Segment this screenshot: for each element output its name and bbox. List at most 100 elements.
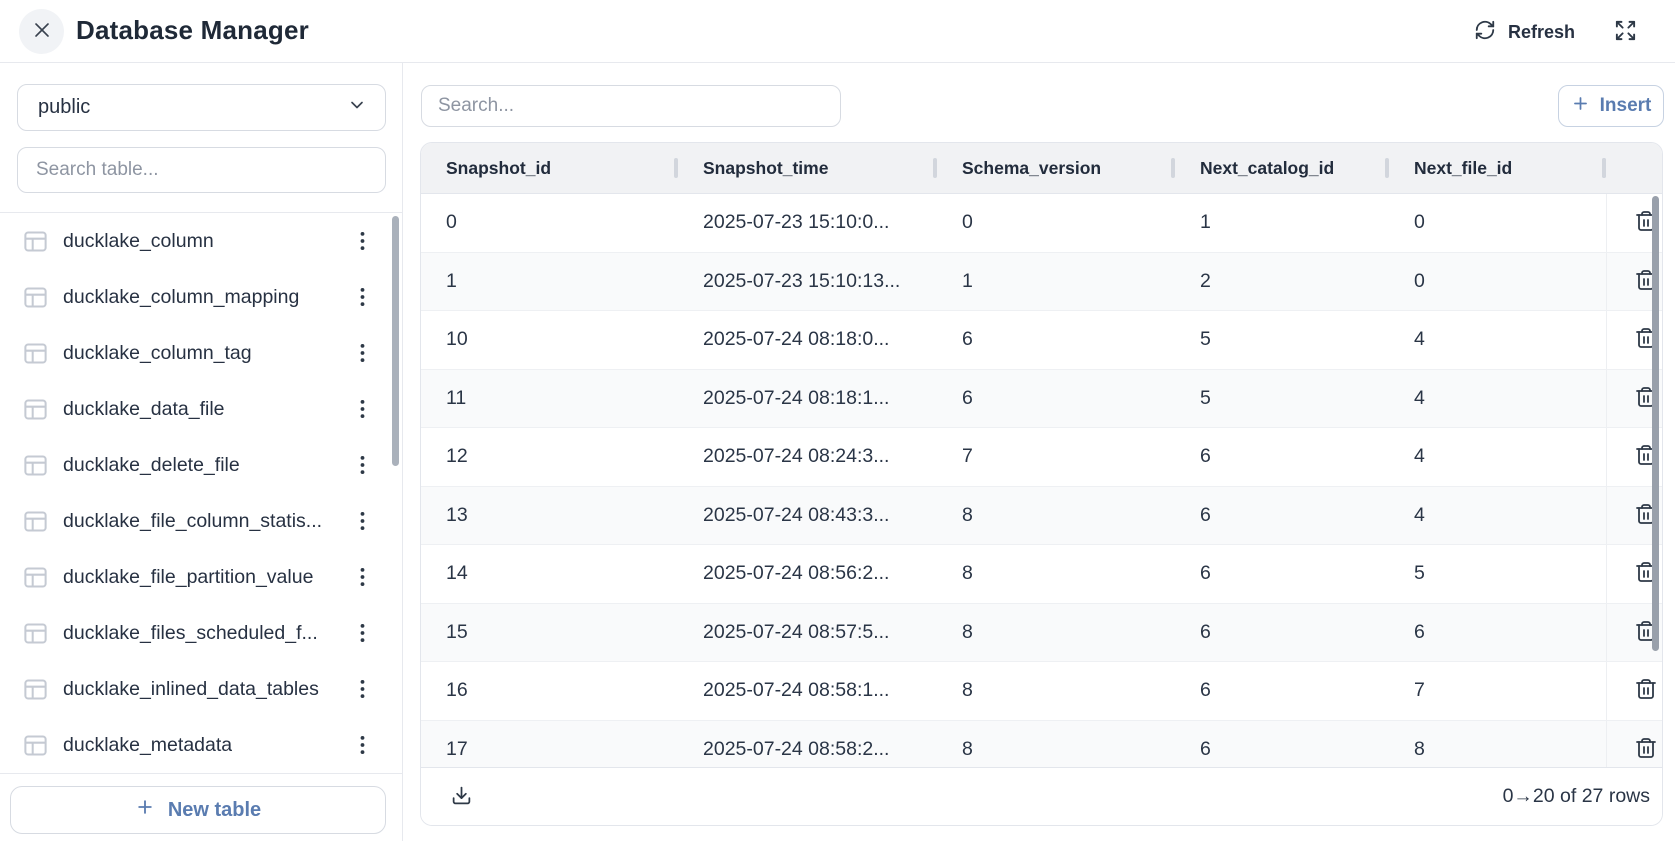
- table-icon: [22, 396, 49, 423]
- sidebar-item-table[interactable]: ducklake_inlined_data_tables: [0, 661, 403, 717]
- cell-schema_version: 1: [937, 253, 1175, 311]
- cell-next_catalog_id: 6: [1175, 545, 1389, 603]
- cell-schema_version: 6: [937, 311, 1175, 369]
- sidebar-item-table[interactable]: ducklake_file_column_statis...: [0, 493, 403, 549]
- cell-next_catalog_id: 2: [1175, 253, 1389, 311]
- download-icon: [451, 785, 472, 809]
- cell-next_file_id: 7: [1389, 662, 1606, 720]
- table-icon: [22, 284, 49, 311]
- kebab-menu-icon[interactable]: [347, 449, 377, 481]
- new-table-label: New table: [168, 799, 261, 822]
- table-icon: [22, 732, 49, 759]
- kebab-menu-icon[interactable]: [347, 617, 377, 649]
- sidebar-item-table[interactable]: ducklake_file_partition_value: [0, 549, 403, 605]
- table-name: ducklake_files_scheduled_f...: [63, 622, 318, 645]
- table-row: 132025-07-24 08:43:3...864: [421, 487, 1662, 546]
- sidebar-bottom-divider: [0, 773, 403, 774]
- fullscreen-button[interactable]: [1606, 13, 1644, 51]
- rows-count-info: 0→20 of 27 rows: [1503, 785, 1650, 808]
- cell-next_file_id: 4: [1389, 370, 1606, 428]
- cell-schema_version: 8: [937, 545, 1175, 603]
- sidebar-item-table[interactable]: ducklake_metadata: [0, 717, 403, 773]
- table-name: ducklake_file_column_statis...: [63, 510, 322, 533]
- refresh-button[interactable]: Refresh: [1470, 14, 1579, 50]
- table-row: 12025-07-23 15:10:13...120: [421, 253, 1662, 312]
- close-button[interactable]: [19, 9, 64, 54]
- database-manager-window: Database Manager Refresh public ducklake…: [0, 0, 1675, 841]
- insert-label: Insert: [1600, 95, 1652, 117]
- table-name: ducklake_file_partition_value: [63, 566, 313, 589]
- close-icon: [30, 18, 54, 45]
- cell-snapshot_id: 11: [421, 370, 678, 428]
- chevron-down-icon: [347, 95, 367, 121]
- cell-snapshot_time: 2025-07-24 08:18:0...: [678, 311, 937, 369]
- table-row: 162025-07-24 08:58:1...867: [421, 662, 1662, 721]
- kebab-menu-icon[interactable]: [347, 673, 377, 705]
- insert-button[interactable]: Insert: [1558, 85, 1664, 127]
- cell-next_file_id: 4: [1389, 487, 1606, 545]
- kebab-menu-icon[interactable]: [347, 505, 377, 537]
- sidebar-item-table[interactable]: ducklake_data_file: [0, 381, 403, 437]
- cell-snapshot_time: 2025-07-24 08:56:2...: [678, 545, 937, 603]
- sidebar-scrollbar[interactable]: [392, 216, 399, 466]
- table-row: 152025-07-24 08:57:5...866: [421, 604, 1662, 663]
- table-name: ducklake_metadata: [63, 734, 232, 757]
- cell-next_file_id: 6: [1389, 604, 1606, 662]
- cell-actions: [1606, 662, 1663, 720]
- delete-row-button[interactable]: [1628, 730, 1664, 769]
- sidebar-item-table[interactable]: ducklake_column: [0, 213, 403, 269]
- cell-next_catalog_id: 6: [1175, 487, 1389, 545]
- kebab-menu-icon[interactable]: [347, 561, 377, 593]
- cell-next_catalog_id: 5: [1175, 370, 1389, 428]
- kebab-menu-icon[interactable]: [347, 281, 377, 313]
- cell-snapshot_id: 13: [421, 487, 678, 545]
- schema-select-value: public: [38, 96, 90, 119]
- search-input[interactable]: [421, 85, 841, 127]
- column-header-actions: [1606, 143, 1663, 193]
- refresh-icon: [1474, 19, 1496, 46]
- cell-schema_version: 7: [937, 428, 1175, 486]
- cell-snapshot_time: 2025-07-23 15:10:13...: [678, 253, 937, 311]
- trash-icon: [1634, 736, 1658, 763]
- table-icon: [22, 340, 49, 367]
- cell-snapshot_time: 2025-07-24 08:43:3...: [678, 487, 937, 545]
- table-row: 142025-07-24 08:56:2...865: [421, 545, 1662, 604]
- sidebar: public ducklake_column ducklake_column_ma…: [0, 63, 403, 841]
- table-list: ducklake_column ducklake_column_mappingdu…: [0, 213, 403, 773]
- cell-schema_version: 0: [937, 194, 1175, 252]
- kebab-menu-icon[interactable]: [347, 225, 377, 257]
- column-header-schema_version: Schema_version: [937, 143, 1175, 193]
- cell-snapshot_time: 2025-07-24 08:24:3...: [678, 428, 937, 486]
- table-row: 02025-07-23 15:10:0...010: [421, 194, 1662, 253]
- schema-select[interactable]: public: [17, 84, 386, 131]
- cell-snapshot_id: 12: [421, 428, 678, 486]
- cell-snapshot_time: 2025-07-23 15:10:0...: [678, 194, 937, 252]
- table-name: ducklake_inlined_data_tables: [63, 678, 319, 701]
- kebab-menu-icon[interactable]: [347, 393, 377, 425]
- cell-schema_version: 8: [937, 604, 1175, 662]
- table-search-input[interactable]: [17, 147, 386, 193]
- table-icon: [22, 452, 49, 479]
- table-scrollbar[interactable]: [1652, 196, 1659, 651]
- sidebar-item-table[interactable]: ducklake_column_mapping: [0, 269, 403, 325]
- cell-snapshot_id: 15: [421, 604, 678, 662]
- main-panel: Insert Snapshot_idSnapshot_timeSchema_ve…: [404, 63, 1675, 841]
- sidebar-item-table[interactable]: ducklake_column_tag: [0, 325, 403, 381]
- kebab-menu-icon[interactable]: [347, 337, 377, 369]
- download-button[interactable]: [447, 781, 476, 813]
- cell-next_catalog_id: 6: [1175, 604, 1389, 662]
- cell-snapshot_id: 14: [421, 545, 678, 603]
- delete-row-button[interactable]: [1628, 671, 1664, 710]
- table-row: 102025-07-24 08:18:0...654: [421, 311, 1662, 370]
- kebab-menu-icon[interactable]: [347, 729, 377, 761]
- table-name: ducklake_delete_file: [63, 454, 240, 477]
- data-table: Snapshot_idSnapshot_timeSchema_versionNe…: [420, 142, 1663, 826]
- new-table-button[interactable]: New table: [10, 786, 386, 834]
- column-header-next_catalog_id: Next_catalog_id: [1175, 143, 1389, 193]
- table-icon: [22, 564, 49, 591]
- sidebar-item-table[interactable]: ducklake_delete_file: [0, 437, 403, 493]
- table-name: ducklake_column_mapping: [63, 286, 299, 309]
- plus-icon: [135, 797, 155, 823]
- cell-next_file_id: 4: [1389, 311, 1606, 369]
- sidebar-item-table[interactable]: ducklake_files_scheduled_f...: [0, 605, 403, 661]
